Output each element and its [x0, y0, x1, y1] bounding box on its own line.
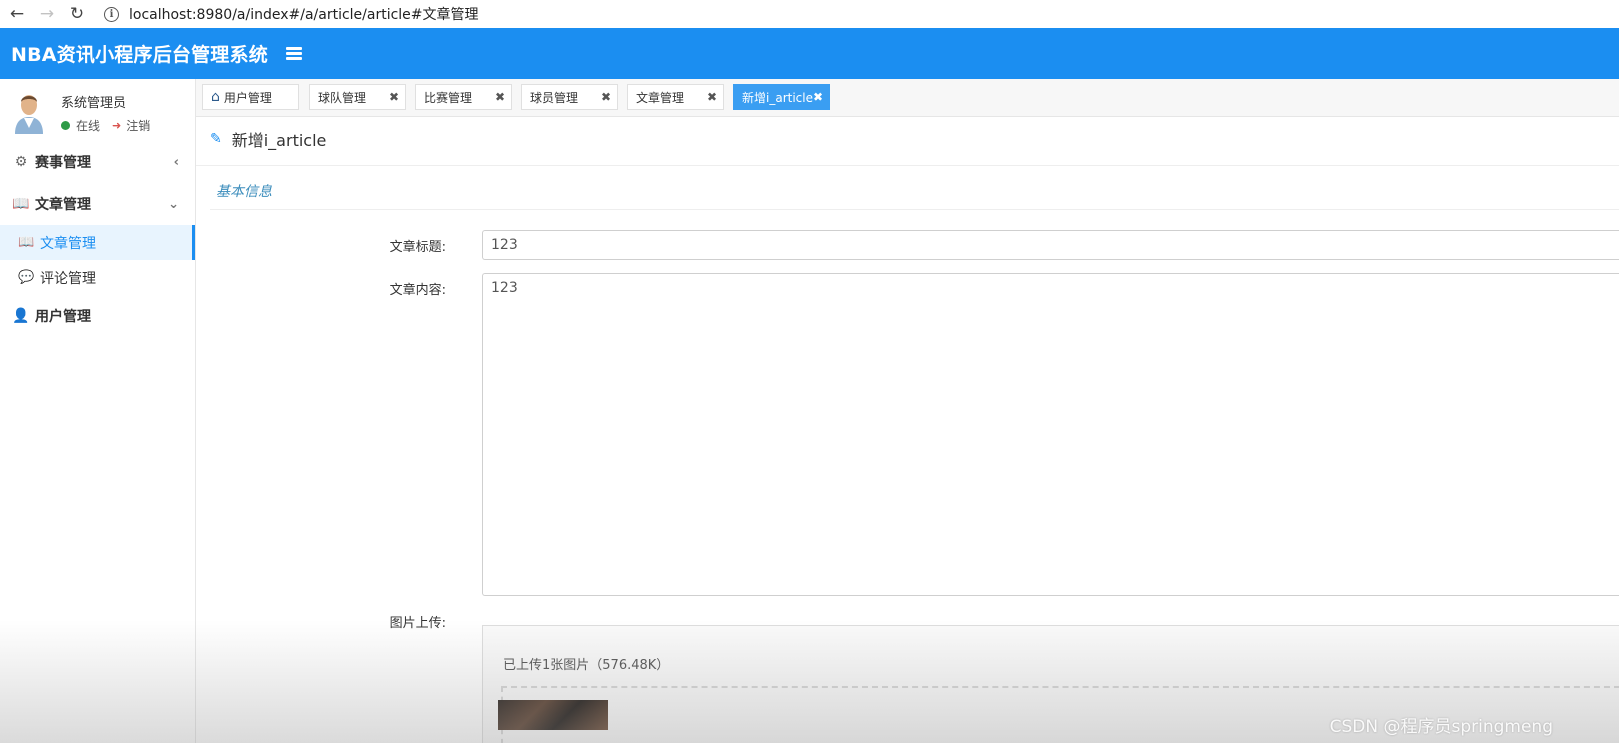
edit-icon: ✎: [210, 131, 222, 147]
upload-label: 图片上传:: [389, 616, 446, 631]
sidebar-item-articles[interactable]: 📖 文章管理 ⌄: [0, 183, 195, 225]
divider: [196, 165, 1619, 166]
tab-team-management[interactable]: 球队管理 ✖: [309, 84, 406, 110]
sidebar-subitem-article-management[interactable]: 📖 文章管理: [0, 225, 195, 260]
tab-label: 比赛管理: [424, 90, 473, 105]
tab-user-management[interactable]: ⌂ 用户管理: [202, 84, 299, 110]
comment-icon: 💬: [18, 270, 35, 285]
upload-info: 已上传1张图片（576.48K）: [503, 658, 670, 673]
watermark: CSDN @程序员springmeng: [1329, 717, 1553, 737]
chevron-left-icon: ‹: [173, 154, 179, 170]
tab-label: 球队管理: [318, 90, 367, 105]
sidebar-item-label: 评论管理: [40, 270, 96, 287]
tab-match-management[interactable]: 比赛管理 ✖: [415, 84, 512, 110]
arrow-right-icon: →: [39, 4, 55, 24]
logout-link[interactable]: 注销: [126, 117, 150, 134]
reload-icon: ↻: [69, 4, 85, 24]
home-icon: ⌂: [211, 89, 220, 105]
book-icon: 📖: [12, 196, 30, 212]
tab-label: 用户管理: [223, 90, 272, 105]
sidebar-subitem-comment-management[interactable]: 💬 评论管理: [0, 260, 195, 295]
avatar: [11, 88, 47, 134]
sidebar: 系统管理员 在线 ➜ 注销 ⚙ 赛事管理 ‹ 📖 文章管理 ⌄ 📖 文章管理 💬…: [0, 79, 196, 743]
sign-out-icon[interactable]: ➜: [112, 119, 121, 132]
close-icon[interactable]: ✖: [389, 90, 399, 104]
sidebar-item-users[interactable]: 👤 用户管理: [0, 295, 195, 337]
forward-button[interactable]: →: [34, 4, 60, 24]
tab-new-article[interactable]: 新增i_article ✖: [733, 84, 830, 110]
info-icon[interactable]: i: [104, 6, 119, 22]
menu-toggle-icon[interactable]: [285, 47, 302, 60]
app-title: NBA资讯小程序后台管理系统: [11, 44, 268, 66]
app-header: NBA资讯小程序后台管理系统: [0, 28, 1619, 79]
sidebar-item-label: 文章管理: [40, 235, 96, 252]
browser-toolbar: ← → ↻ i localhost:8980/a/index#/a/articl…: [0, 0, 1619, 28]
title-label: 文章标题:: [389, 240, 446, 255]
tab-player-management[interactable]: 球员管理 ✖: [521, 84, 618, 110]
reload-button[interactable]: ↻: [64, 4, 90, 24]
sidebar-item-label: 赛事管理: [35, 155, 91, 171]
page-title: ✎ 新增i_article: [210, 127, 326, 151]
tab-label: 球员管理: [530, 90, 579, 105]
online-dot-icon: [61, 121, 70, 130]
tab-article-management[interactable]: 文章管理 ✖: [627, 84, 724, 110]
main-content: ✎ 新增i_article 基本信息 文章标题: 123 文章内容: 123 图…: [196, 117, 1619, 743]
user-name: 系统管理员: [61, 96, 127, 111]
tab-bar: ⌂ 用户管理 球队管理 ✖ 比赛管理 ✖ 球员管理 ✖ 文章管理 ✖ 新增i_a…: [196, 79, 1619, 117]
sidebar-item-label: 用户管理: [35, 309, 91, 325]
content-textarea[interactable]: 123: [482, 273, 1619, 596]
arrow-left-icon: ←: [9, 4, 25, 24]
section-heading: 基本信息: [216, 184, 272, 200]
chevron-down-icon: ⌄: [168, 196, 179, 212]
divider: [210, 209, 1619, 210]
close-icon[interactable]: ✖: [707, 90, 717, 104]
user-status: 在线 ➜ 注销: [61, 117, 150, 134]
close-icon[interactable]: ✖: [495, 90, 505, 104]
url-text: localhost:8980/a/index#/a/article/articl…: [129, 7, 479, 23]
sidebar-item-events[interactable]: ⚙ 赛事管理 ‹: [0, 141, 195, 183]
tab-label: 文章管理: [636, 90, 685, 105]
sidebar-item-label: 文章管理: [35, 197, 91, 213]
status-text: 在线: [76, 119, 101, 133]
uploaded-image-thumbnail[interactable]: [498, 700, 608, 730]
app-root: ← → ↻ i localhost:8980/a/index#/a/articl…: [0, 0, 1619, 743]
content-label: 文章内容:: [389, 283, 446, 298]
close-icon[interactable]: ✖: [813, 90, 823, 104]
user-icon: 👤: [12, 308, 30, 324]
gear-icon: ⚙: [14, 154, 28, 170]
title-input[interactable]: 123: [482, 230, 1619, 260]
book-icon: 📖: [18, 235, 35, 250]
back-button[interactable]: ←: [4, 4, 30, 24]
close-icon[interactable]: ✖: [601, 90, 611, 104]
page-title-text: 新增i_article: [231, 131, 327, 150]
tab-label: 新增i_article: [742, 90, 813, 105]
address-bar[interactable]: i localhost:8980/a/index#/a/article/arti…: [104, 3, 479, 25]
user-panel: 系统管理员 在线 ➜ 注销: [0, 79, 195, 141]
